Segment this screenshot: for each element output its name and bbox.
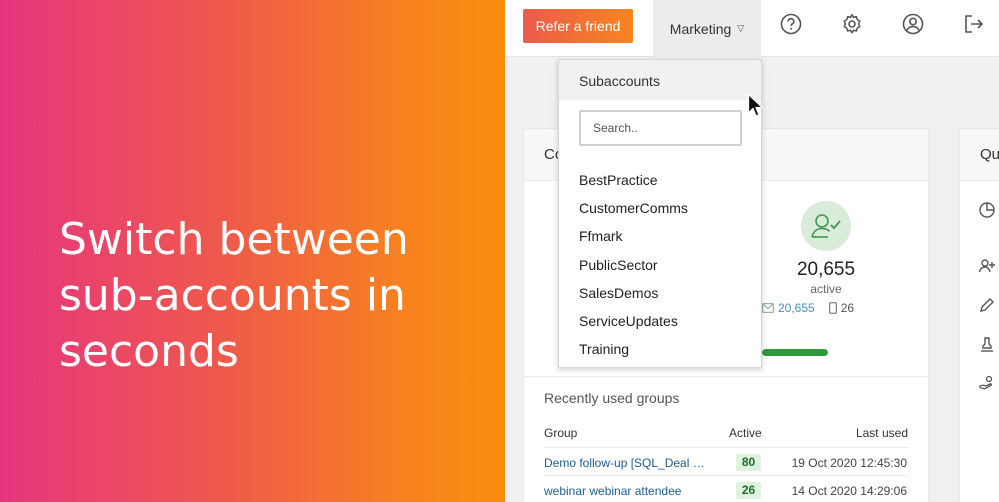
table-row[interactable]: webinar webinar attendee 26 14 Oct 2020 …: [544, 475, 909, 502]
help-icon[interactable]: [780, 13, 802, 35]
quick-links-card: Qu: [959, 128, 999, 502]
active-contacts-count: 20,655: [796, 259, 856, 280]
last-used-date: 19 Oct 2020 12:45:30: [791, 456, 907, 470]
subaccounts-dropdown-header: Subaccounts: [559, 60, 761, 100]
mouse-cursor-icon: [747, 93, 764, 117]
hand-icon[interactable]: [978, 374, 996, 392]
col-header-active: Active: [729, 426, 762, 440]
subaccount-item-training[interactable]: Training: [579, 339, 688, 367]
col-header-group: Group: [544, 426, 578, 440]
email-icon: [762, 303, 774, 313]
subaccount-item-ffmark[interactable]: Ffmark: [579, 226, 688, 254]
subaccount-item-serviceupdates[interactable]: ServiceUpdates: [579, 311, 688, 339]
promo-line-1: Switch between: [59, 214, 409, 265]
promo-line-2: sub-accounts in: [59, 270, 406, 321]
active-badge: 26: [736, 482, 761, 499]
logout-icon[interactable]: [963, 13, 985, 35]
active-badge: 80: [736, 454, 761, 471]
subaccount-search-input[interactable]: [579, 110, 742, 146]
account-switcher-label: Marketing: [669, 20, 732, 37]
recent-groups-title: Recently used groups: [544, 390, 680, 406]
stamp-icon[interactable]: [978, 336, 996, 354]
col-header-last-used: Last used: [855, 426, 908, 440]
group-link[interactable]: Demo follow-up [SQL_Deal Profile]: [544, 456, 712, 470]
gear-icon[interactable]: [841, 13, 863, 35]
subaccount-item-publicsector[interactable]: PublicSector: [579, 255, 688, 283]
active-progress-bar: [762, 349, 828, 356]
account-switcher[interactable]: Marketing ▽: [653, 0, 761, 57]
group-link[interactable]: webinar webinar attendee: [544, 484, 712, 498]
email-count: 20,655: [778, 301, 815, 315]
table-row[interactable]: Demo follow-up [SQL_Deal Profile] 80 19 …: [544, 447, 909, 475]
subaccounts-dropdown: Subaccounts BestPractice CustomerComms F…: [558, 59, 762, 368]
subaccounts-title: Subaccounts: [579, 73, 660, 89]
pie-chart-icon[interactable]: [978, 201, 996, 219]
quick-links-card-title: Qu: [980, 146, 999, 163]
add-user-icon[interactable]: [978, 257, 996, 275]
quick-links-card-header: Qu: [960, 129, 999, 181]
mobile-count: 26: [840, 301, 855, 315]
subaccount-item-bestpractice[interactable]: BestPractice: [579, 170, 688, 198]
promo-panel: Switch between sub-accounts in seconds: [0, 0, 505, 502]
subaccount-item-salesdemos[interactable]: SalesDemos: [579, 283, 688, 311]
mobile-icon: [828, 302, 837, 314]
pencil-icon[interactable]: [978, 296, 996, 314]
active-contacts-icon: [801, 201, 851, 251]
app-window: Refer a friend Marketing ▽ Co 20,655 act…: [505, 0, 999, 502]
subaccount-item-customercomms[interactable]: CustomerComms: [579, 198, 688, 226]
active-contacts-label: active: [810, 282, 842, 296]
user-icon[interactable]: [902, 13, 924, 35]
subaccount-list: BestPractice CustomerComms Ffmark Public…: [579, 170, 688, 367]
active-progress-fill: [762, 349, 828, 356]
card-divider: [524, 376, 928, 377]
promo-headline: Switch between sub-accounts in seconds: [59, 212, 479, 380]
last-used-date: 14 Oct 2020 14:29:06: [791, 484, 907, 498]
top-bar: Refer a friend Marketing ▽: [505, 0, 999, 57]
promo-line-3: seconds: [59, 326, 239, 377]
channel-stats: 20,655 26: [762, 301, 854, 315]
chevron-down-icon: ▽: [737, 23, 745, 33]
refer-friend-button[interactable]: Refer a friend: [523, 9, 633, 43]
